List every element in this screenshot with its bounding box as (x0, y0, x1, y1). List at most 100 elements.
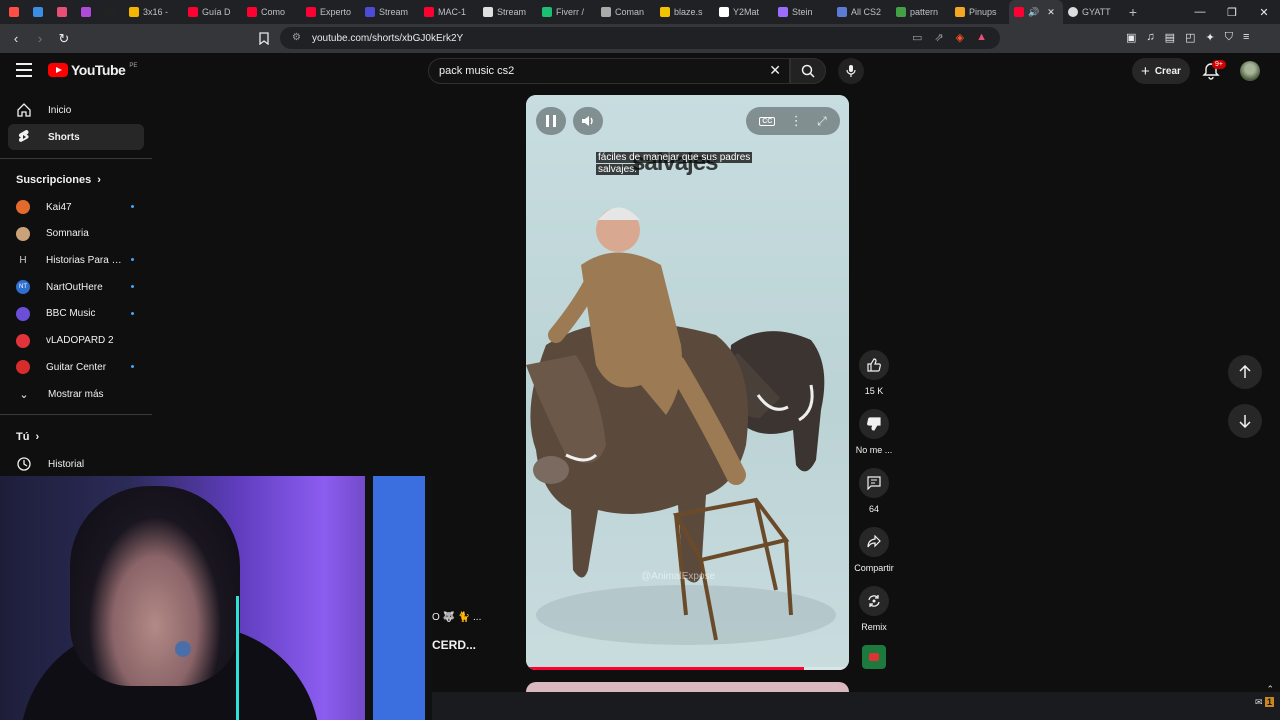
tab-favicon-icon (601, 7, 611, 17)
tab-close-icon[interactable]: ✕ (1047, 7, 1055, 18)
tab-favicon-icon (896, 7, 906, 17)
create-button[interactable]: + Crear (1132, 58, 1190, 84)
browser-tab[interactable]: All CS2 (832, 0, 891, 24)
like-button[interactable] (859, 350, 889, 380)
tray-chevron-icon[interactable]: ⌃ (1266, 684, 1274, 695)
browser-tab[interactable]: Como (242, 0, 301, 24)
minimize-icon[interactable]: — (1184, 0, 1216, 24)
bookmark-icon[interactable] (259, 32, 269, 45)
subscription-label: BBC Music (46, 308, 96, 320)
subscription-item[interactable]: vLADOPARD 2 (8, 328, 144, 354)
browser-tab[interactable]: Guía D (183, 0, 242, 24)
webcam-person-head (70, 486, 240, 686)
music-icon[interactable]: ♫ (1146, 31, 1154, 44)
browser-tab[interactable]: Pinups (950, 0, 1009, 24)
browser-tab[interactable]: Y2Mat (714, 0, 773, 24)
browser-tab[interactable]: pattern (891, 0, 950, 24)
browser-tab[interactable]: 3x16 - (124, 0, 183, 24)
subscription-item[interactable]: NT NartOutHere (8, 274, 144, 300)
account-avatar[interactable] (1240, 61, 1260, 81)
search-button[interactable] (790, 58, 826, 84)
share-page-icon[interactable]: ⇗ (934, 31, 943, 44)
reload-icon[interactable]: ↻ (54, 29, 74, 49)
video-progress-bar[interactable] (526, 667, 849, 670)
subscription-item[interactable]: BBC Music (8, 301, 144, 327)
sidebar-item-shorts[interactable]: Shorts (8, 124, 144, 150)
pause-button[interactable] (536, 107, 566, 135)
channel-thumbnail[interactable] (862, 645, 886, 669)
browser-tab[interactable]: Stream (360, 0, 419, 24)
you-heading[interactable]: Tú › (16, 431, 39, 443)
show-more-button[interactable]: ⌄ Mostrar más (8, 381, 144, 407)
tab-label: Stream (497, 7, 527, 17)
channel-avatar (16, 333, 30, 348)
browser-tab[interactable] (76, 0, 100, 24)
mute-button[interactable] (573, 107, 603, 135)
sidebar-item-historial[interactable]: Historial (8, 451, 144, 477)
browser-tab[interactable]: Coman (596, 0, 655, 24)
browser-tab-active[interactable]: 🔊 ✕ (1009, 0, 1063, 24)
close-window-icon[interactable]: ✕ (1248, 0, 1280, 24)
caption-line: fáciles de manejar que sus padres (596, 152, 753, 163)
menu-icon[interactable]: ≡ (1243, 31, 1249, 44)
sidebar-item-inicio[interactable]: Inicio (8, 97, 144, 123)
subscription-item[interactable]: Kai47 (8, 194, 144, 220)
back-icon[interactable]: ‹ (6, 29, 26, 49)
logo-region: PE (129, 63, 138, 69)
next-short-button[interactable] (1228, 404, 1262, 438)
leo-icon[interactable]: ✦ (1205, 31, 1214, 44)
browser-tab[interactable]: Fiverr / (537, 0, 596, 24)
search-input[interactable]: pack music cs2 ✕ (428, 58, 790, 84)
browser-tab[interactable] (28, 0, 52, 24)
browser-tab[interactable] (4, 0, 28, 24)
clear-search-icon[interactable]: ✕ (769, 62, 781, 79)
site-info-icon[interactable]: ⚙ (292, 32, 304, 44)
new-tab-icon[interactable]: + (1122, 0, 1144, 24)
fullscreen-icon[interactable]: ⤢ (817, 114, 827, 129)
shorts-video-player[interactable]: salvajes fáciles de manejar que sus padr… (526, 95, 849, 670)
tab-label: Fiverr / (556, 7, 584, 17)
comments-button[interactable] (859, 468, 889, 498)
browser-tab[interactable]: Experto (301, 0, 360, 24)
tab-audio-icon[interactable]: 🔊 (1028, 7, 1039, 18)
youtube-logo[interactable]: YouTube PE (48, 62, 137, 78)
tray-mail-icon[interactable]: ✉ 1 (1255, 697, 1274, 708)
browser-tab[interactable]: Stein (773, 0, 832, 24)
dislike-button[interactable] (859, 409, 889, 439)
share-icon (867, 535, 881, 548)
new-content-dot (131, 311, 134, 315)
browser-tab[interactable]: MAC-1 (419, 0, 478, 24)
voice-search-button[interactable] (838, 58, 864, 84)
vpn-icon[interactable]: ⛉ (1225, 31, 1233, 44)
hamburger-menu-icon[interactable] (16, 63, 32, 77)
brave-shield-icon[interactable]: ◈ (956, 31, 964, 44)
forward-icon[interactable]: › (30, 29, 50, 49)
subscription-item[interactable]: Somnaria (8, 221, 144, 247)
browser-tab[interactable] (52, 0, 76, 24)
home-icon (17, 103, 31, 117)
address-bar[interactable]: ⚙ youtube.com/shorts/xbGJ0kErk2Y (280, 27, 1000, 49)
previous-short-button[interactable] (1228, 355, 1262, 389)
subscription-item[interactable]: Guitar Center (8, 354, 144, 380)
remix-button[interactable] (859, 586, 889, 616)
short-title-snippet[interactable]: CERD... (432, 638, 476, 652)
restore-icon[interactable]: ❐ (1216, 0, 1248, 24)
browser-tab[interactable] (100, 0, 124, 24)
closed-captions-icon[interactable]: CC (759, 116, 776, 126)
reader-icon[interactable]: ▤ (1165, 31, 1175, 44)
subscriptions-heading[interactable]: Suscripciones › (16, 174, 101, 186)
more-options-icon[interactable]: ⋮ (790, 113, 803, 129)
tab-favicon-icon (129, 7, 139, 17)
cast-icon[interactable]: ▭ (912, 31, 922, 44)
browser-tab[interactable]: Stream (478, 0, 537, 24)
sidebar: Inicio Shorts Suscripciones › Kai47 Somna… (0, 91, 152, 491)
share-button[interactable] (859, 527, 889, 557)
browser-tab[interactable]: blaze.s (655, 0, 714, 24)
subscriptions-heading-text: Suscripciones (16, 174, 92, 186)
wallet-icon[interactable]: ◰ (1185, 31, 1195, 44)
browser-tab[interactable]: GYATT (1063, 0, 1122, 24)
subscription-item[interactable]: H Historias Para D... (8, 247, 144, 273)
tab-favicon-icon (778, 7, 788, 17)
sidebar-toggle-icon[interactable]: ▣ (1126, 31, 1136, 44)
brave-rewards-icon[interactable]: ▲ (976, 31, 987, 44)
